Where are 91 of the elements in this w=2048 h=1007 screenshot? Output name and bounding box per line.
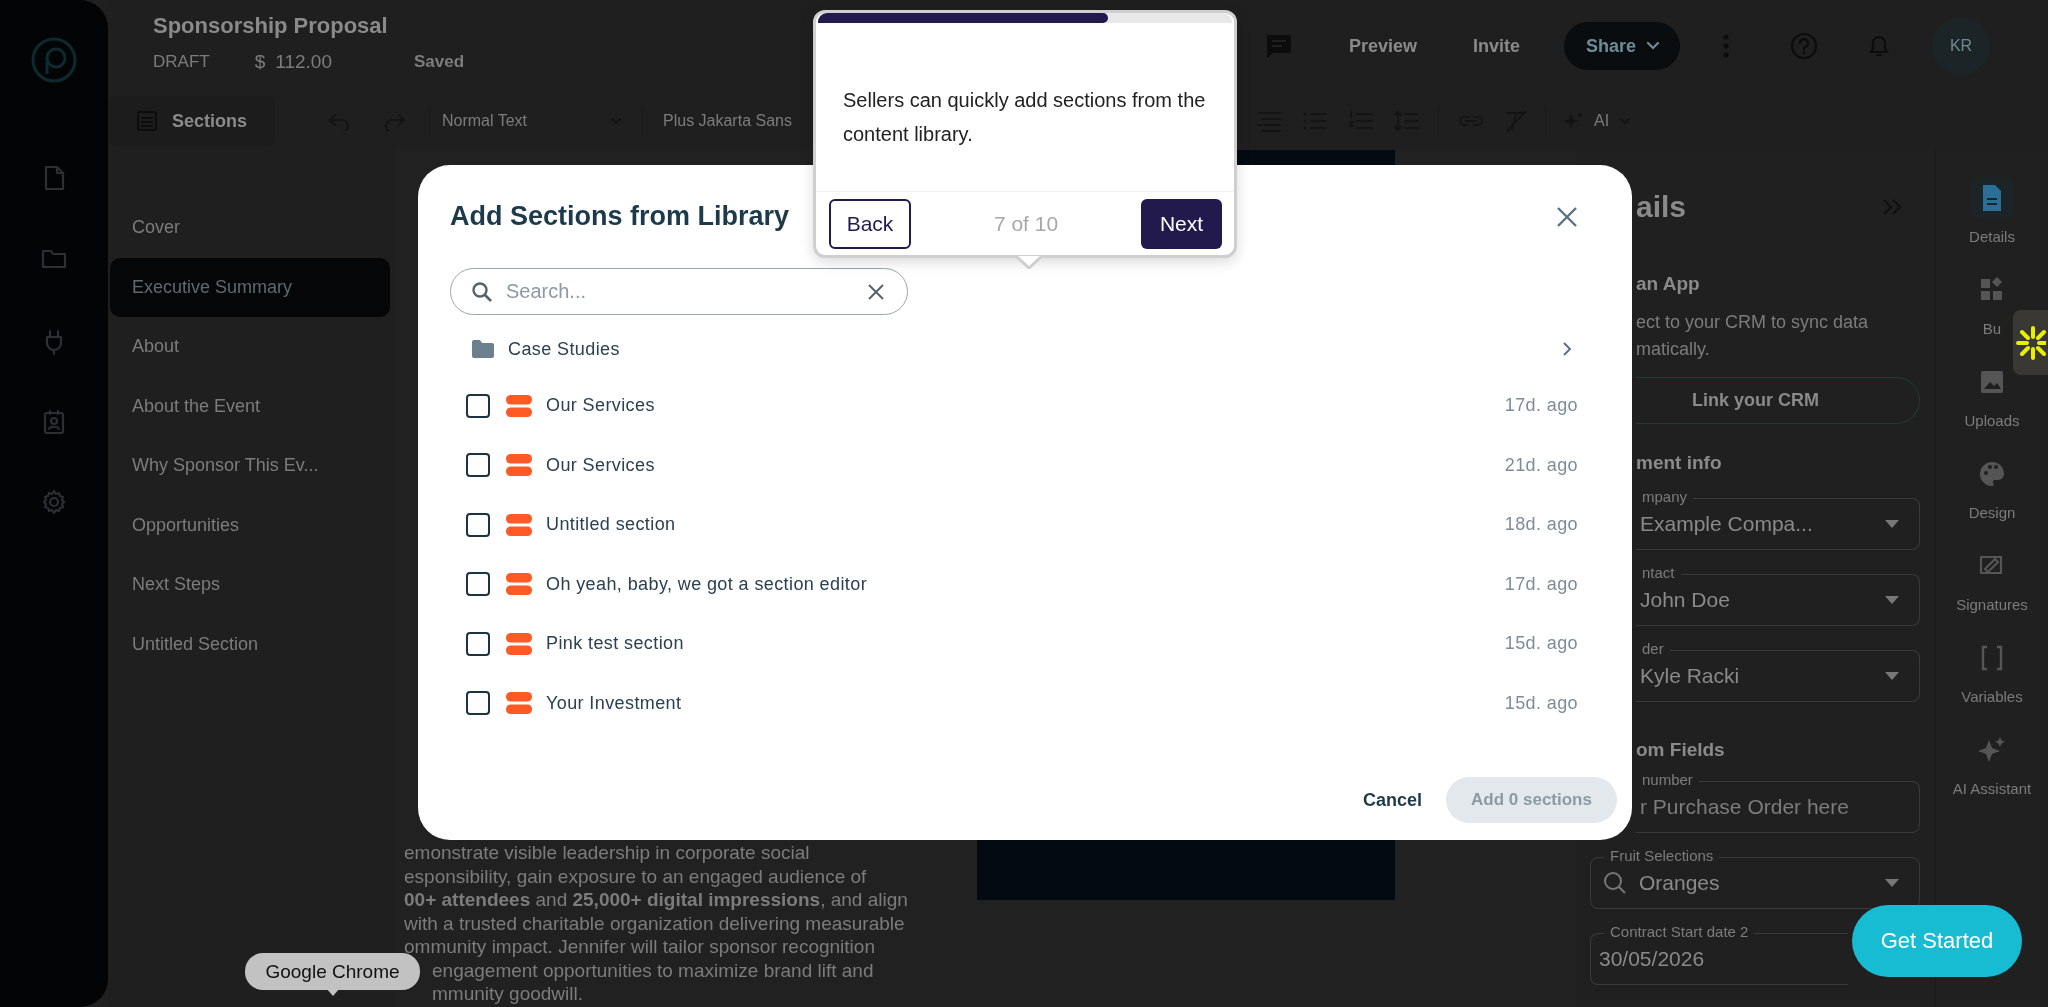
section-name: Our Services xyxy=(546,395,655,417)
logo-icon[interactable] xyxy=(30,36,78,84)
status-label: DRAFT xyxy=(153,52,210,72)
share-button[interactable]: Share xyxy=(1563,22,1680,70)
section-name: Our Services xyxy=(546,454,655,476)
section-age: 17d. ago xyxy=(1504,395,1578,417)
section-name: Oh yeah, baby, we got a section editor xyxy=(546,573,868,595)
section-icon xyxy=(506,513,532,536)
caret-icon xyxy=(1885,879,1899,887)
tool-tab[interactable]: AI Assistant xyxy=(1952,730,2032,812)
section-item[interactable]: Cover xyxy=(110,198,390,258)
back-button[interactable]: Back xyxy=(829,198,911,249)
tool-tab[interactable]: Bu xyxy=(1971,270,2013,352)
clear-icon[interactable] xyxy=(867,283,885,301)
caret-icon xyxy=(1646,41,1660,51)
next-button[interactable]: Next xyxy=(1141,198,1222,249)
section-item[interactable]: Why Sponsor This Ev... xyxy=(110,436,390,496)
description-text: ect to your CRM to sync data xyxy=(1635,311,1870,334)
section-icon xyxy=(506,454,532,477)
document-title: Sponsorship Proposal xyxy=(153,13,389,39)
document-text-line: emonstrate visible leadership in corporate social xyxy=(404,841,811,865)
checkbox[interactable] xyxy=(466,512,490,537)
tool-tab[interactable]: Design xyxy=(1968,454,2016,536)
invite-link[interactable]: Invite xyxy=(1472,35,1520,57)
font-dropdown[interactable]: Plus Jakarta Sans xyxy=(663,101,792,141)
section-age: 15d. ago xyxy=(1504,692,1578,714)
section-age: 18d. ago xyxy=(1504,514,1578,536)
section-age: 15d. ago xyxy=(1504,633,1578,655)
folder-row[interactable]: Case Studies xyxy=(450,322,1578,376)
section-heading: an App xyxy=(1635,273,1701,295)
section-item[interactable]: Next Steps xyxy=(110,555,390,615)
section-age: 17d. ago xyxy=(1504,573,1578,595)
section-heading: om Fields xyxy=(1635,739,1726,761)
panel-heading: ails xyxy=(1636,190,1687,224)
section-item[interactable]: About the Event xyxy=(110,376,390,436)
section-item[interactable]: Executive Summary xyxy=(110,257,390,317)
tour-message: Sellers can quickly add sections from the content library. xyxy=(842,88,1207,147)
checkbox[interactable] xyxy=(466,393,490,418)
section-icon xyxy=(506,394,532,417)
save-status: Saved xyxy=(413,52,465,72)
document-text-line: with a trusted charitable organization delivering measurable xyxy=(404,911,906,935)
preview-link[interactable]: Preview xyxy=(1348,35,1417,57)
tooltip-pointer xyxy=(326,988,340,996)
folder-icon xyxy=(472,340,494,358)
document-text-line: esponsibility, gain exposure to an engaged audience of xyxy=(404,864,868,888)
currency-symbol: $ xyxy=(254,51,266,73)
section-age: 21d. ago xyxy=(1504,454,1578,476)
tool-tab[interactable]: Uploads xyxy=(1964,362,2020,444)
ai-dropdown[interactable]: AI xyxy=(1561,101,1632,141)
section-name: Untitled section xyxy=(546,514,676,536)
asterisk-icon xyxy=(2015,325,2046,360)
step-counter: 7 of 10 xyxy=(993,211,1059,236)
checkbox[interactable] xyxy=(466,453,490,478)
document-text-line: engagement opportunities to maximize brand lift and xyxy=(432,958,875,982)
caret-icon xyxy=(1885,520,1899,528)
document-text-line: mmunity goodwill. xyxy=(432,982,584,1006)
section-name: Your Investment xyxy=(546,692,682,714)
checkbox[interactable] xyxy=(466,572,490,597)
tool-tab[interactable]: Variables xyxy=(1961,638,2023,720)
widget-button[interactable] xyxy=(2013,310,2048,375)
section-icon xyxy=(506,692,532,715)
tool-tab[interactable]: Details xyxy=(1969,178,2015,260)
section-icon xyxy=(506,632,532,655)
get-started-button[interactable]: Get Started xyxy=(1852,905,2022,977)
checkbox[interactable] xyxy=(466,631,490,656)
section-name: Pink test section xyxy=(546,633,684,655)
amount-value: 112.00 xyxy=(275,51,332,73)
section-item[interactable]: Untitled Section xyxy=(110,614,390,674)
section-item[interactable]: About xyxy=(110,317,390,377)
caret-icon xyxy=(1885,596,1899,604)
folder-name: Case Studies xyxy=(508,338,620,360)
description-text: matically. xyxy=(1635,338,1711,361)
dialog-title: Add Sections from Library xyxy=(450,201,790,232)
cancel-button[interactable]: Cancel xyxy=(1362,789,1422,811)
design-icon xyxy=(1977,459,2007,489)
search-icon xyxy=(471,281,493,303)
close-icon[interactable] xyxy=(1556,205,1578,228)
user-avatar[interactable]: KR xyxy=(1932,17,1990,75)
search-field[interactable]: Search... xyxy=(450,268,908,315)
section-icon xyxy=(506,573,532,596)
section-heading: ment info xyxy=(1635,452,1723,474)
text-style-dropdown[interactable]: Normal Text xyxy=(442,101,632,141)
settings-icon[interactable] xyxy=(40,488,68,516)
document-text-line: 00+ attendees and 25,000+ digital impressions, and align xyxy=(404,888,909,912)
tooltip: Google Chrome xyxy=(245,953,420,990)
caret-icon xyxy=(1885,672,1899,680)
search-icon xyxy=(1603,871,1627,895)
chevron-right-icon xyxy=(1562,341,1572,357)
tool-tab[interactable]: Signatures xyxy=(1956,546,2028,628)
section-item[interactable]: Opportunities xyxy=(110,495,390,555)
checkbox[interactable] xyxy=(466,691,490,716)
